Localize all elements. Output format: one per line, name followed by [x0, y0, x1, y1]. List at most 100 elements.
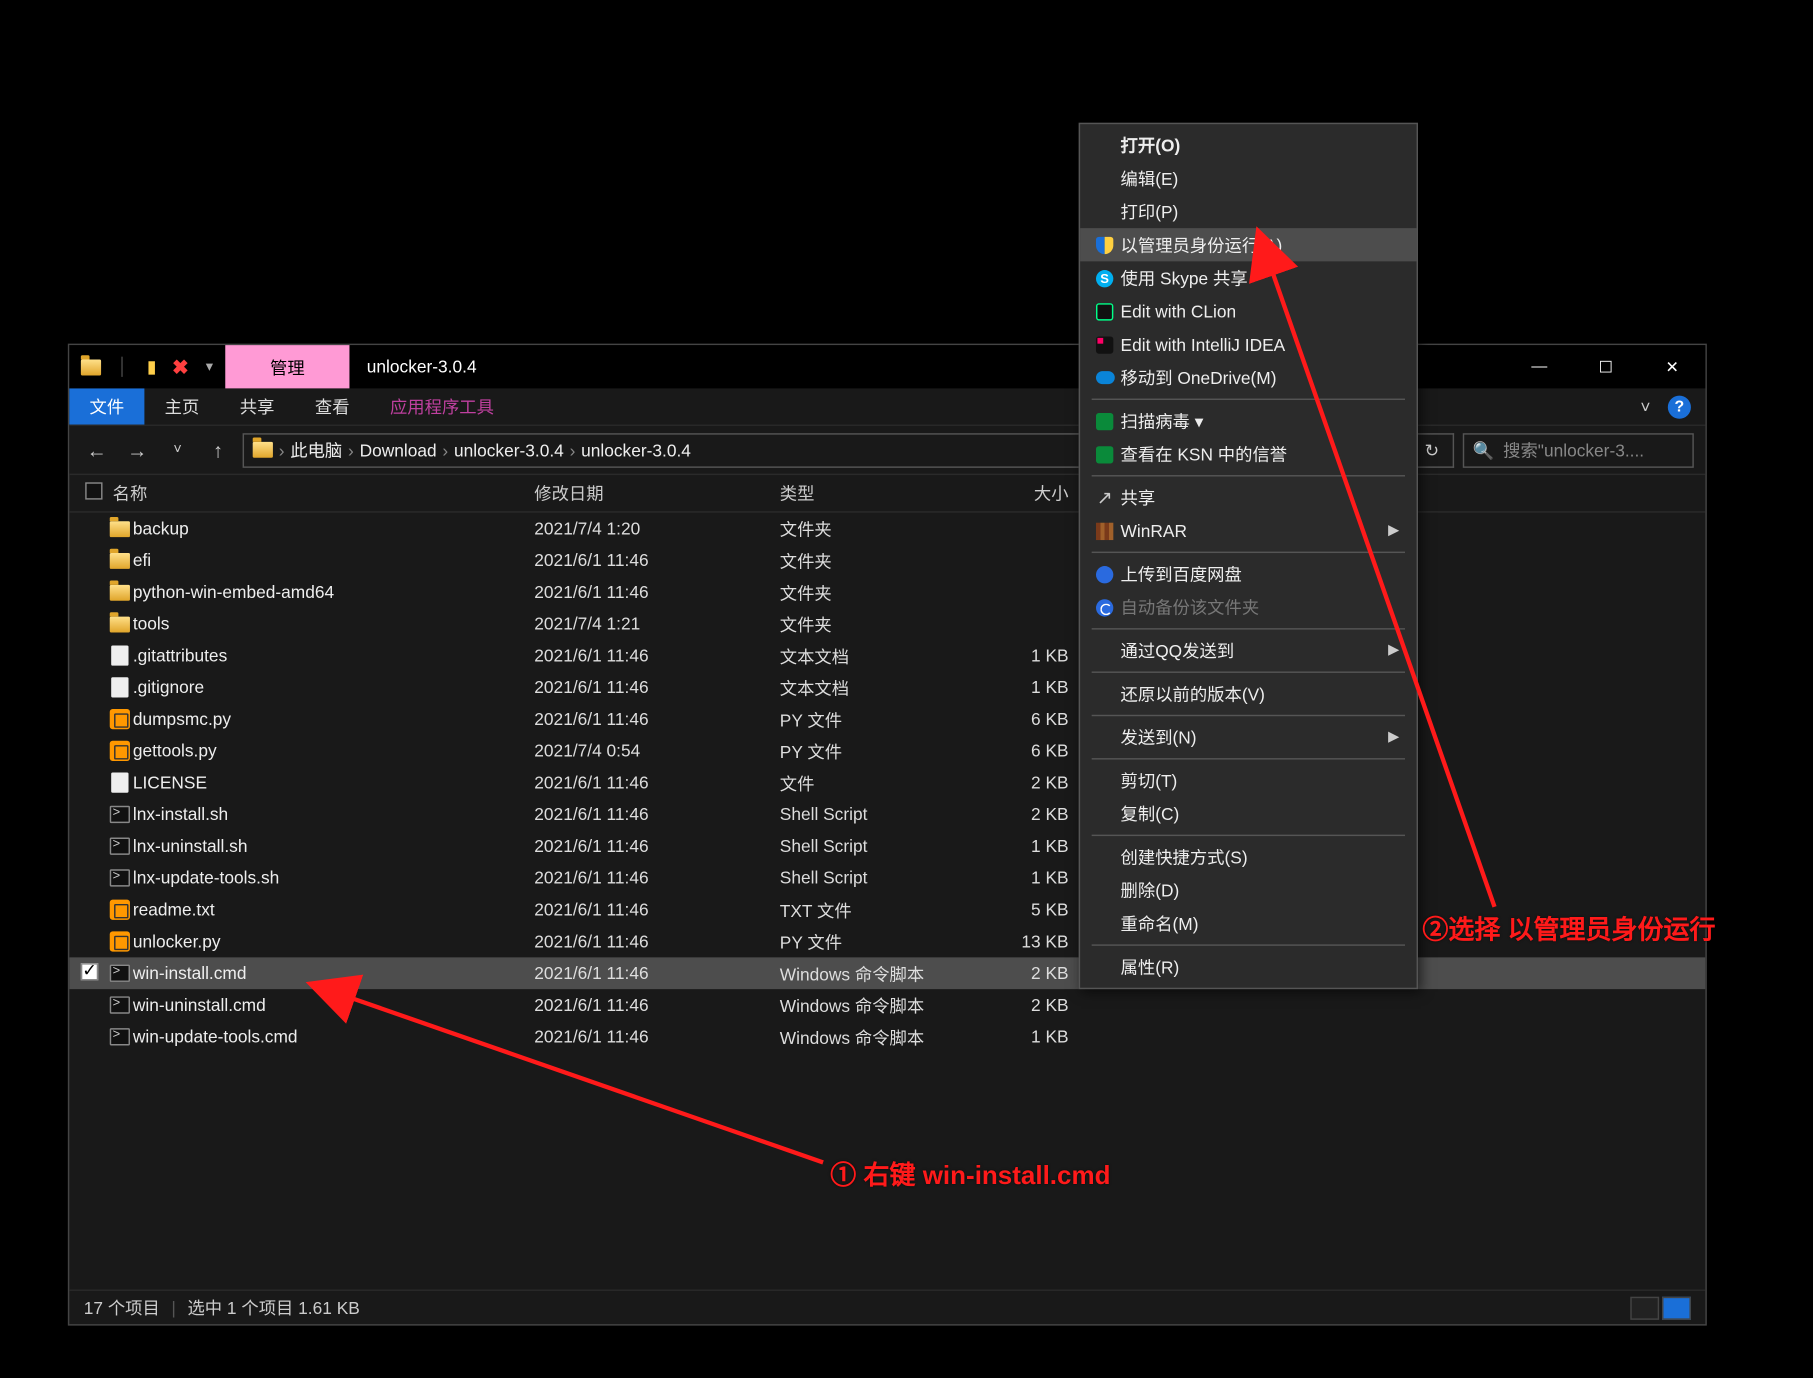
- context-label: 自动备份该文件夹: [1121, 595, 1400, 620]
- breadcrumb[interactable]: Download: [360, 440, 437, 460]
- context-item[interactable]: Edit with CLion: [1080, 295, 1416, 328]
- context-label: 移动到 OneDrive(M): [1121, 365, 1400, 390]
- file-type: TXT 文件: [780, 897, 982, 922]
- file-modified: 2021/6/1 11:46: [534, 773, 779, 793]
- submenu-arrow-icon: ▶: [1388, 729, 1399, 745]
- context-item[interactable]: 扫描病毒 ▾: [1080, 404, 1416, 437]
- file-type: Shell Script: [780, 804, 982, 824]
- file-name: win-update-tools.cmd: [133, 1027, 534, 1047]
- file-size: 6 KB: [982, 741, 1083, 761]
- context-item[interactable]: 打印(P): [1080, 195, 1416, 228]
- context-item[interactable]: 剪切(T): [1080, 764, 1416, 797]
- file-row[interactable]: gettools.py2021/7/4 0:54PY 文件6 KB: [69, 735, 1705, 767]
- header-checkbox[interactable]: [81, 482, 107, 504]
- file-row[interactable]: .gitattributes2021/6/1 11:46文本文档1 KB: [69, 640, 1705, 672]
- qat-delete-icon[interactable]: ✖: [170, 357, 190, 377]
- baidu-icon: [1089, 565, 1121, 582]
- file-name: unlocker.py: [133, 931, 534, 951]
- row-checkbox[interactable]: [81, 962, 98, 979]
- file-name: tools: [133, 614, 534, 634]
- file-row[interactable]: win-install.cmd2021/6/1 11:46Windows 命令脚…: [69, 957, 1705, 989]
- status-item-count: 17 个项目: [84, 1295, 160, 1320]
- file-name: lnx-uninstall.sh: [133, 836, 534, 856]
- context-item[interactable]: 复制(C): [1080, 797, 1416, 830]
- help-icon[interactable]: ?: [1668, 395, 1691, 418]
- context-separator: [1092, 758, 1405, 759]
- file-row[interactable]: lnx-update-tools.sh2021/6/1 11:46Shell S…: [69, 862, 1705, 894]
- column-size[interactable]: 大小: [982, 481, 1083, 506]
- context-item[interactable]: 移动到 OneDrive(M): [1080, 361, 1416, 394]
- nav-back-button[interactable]: ←: [81, 438, 113, 461]
- context-item[interactable]: 还原以前的版本(V): [1080, 677, 1416, 710]
- context-item[interactable]: 创建快捷方式(S): [1080, 840, 1416, 873]
- ribbon-tabs: 文件 主页 共享 查看 应用程序工具 ˅ ?: [69, 388, 1705, 426]
- qat-dropdown-icon[interactable]: ▾: [199, 357, 219, 377]
- context-item[interactable]: WinRAR▶: [1080, 514, 1416, 547]
- column-type[interactable]: 类型: [780, 481, 982, 506]
- ribbon-tab-home[interactable]: 主页: [144, 388, 219, 424]
- nav-up-button[interactable]: ↑: [202, 438, 234, 461]
- context-item[interactable]: 查看在 KSN 中的信誉: [1080, 438, 1416, 471]
- file-sub-icon: [107, 900, 133, 920]
- search-box[interactable]: 🔍 搜索"unlocker-3....: [1463, 432, 1694, 467]
- rar-icon: [1089, 522, 1121, 539]
- file-row[interactable]: backup2021/7/4 1:20文件夹: [69, 513, 1705, 545]
- file-row[interactable]: efi2021/6/1 11:46文件夹: [69, 544, 1705, 576]
- context-item[interactable]: 以管理员身份运行(A): [1080, 228, 1416, 261]
- context-separator: [1092, 671, 1405, 672]
- file-modified: 2021/6/1 11:46: [534, 963, 779, 983]
- nav-recent-button[interactable]: ˅: [162, 442, 194, 458]
- column-modified[interactable]: 修改日期: [534, 481, 779, 506]
- breadcrumb[interactable]: unlocker-3.0.4: [581, 440, 691, 460]
- skype-icon: S: [1089, 269, 1121, 286]
- ribbon-tab-apptools[interactable]: 应用程序工具: [370, 388, 514, 424]
- ribbon-tab-view[interactable]: 查看: [295, 388, 370, 424]
- file-row[interactable]: win-update-tools.cmd2021/6/1 11:46Window…: [69, 1021, 1705, 1053]
- file-size: 2 KB: [982, 804, 1083, 824]
- file-type: Windows 命令脚本: [780, 993, 982, 1018]
- file-sub-icon: [107, 741, 133, 761]
- context-item[interactable]: 打开(O): [1080, 129, 1416, 162]
- context-item[interactable]: 通过QQ发送到▶: [1080, 634, 1416, 667]
- context-separator: [1092, 475, 1405, 476]
- context-label: 查看在 KSN 中的信誉: [1121, 442, 1400, 467]
- ribbon-collapse-icon[interactable]: ˅: [1640, 396, 1650, 416]
- window-close-button[interactable]: ✕: [1639, 345, 1705, 388]
- ribbon-tab-file[interactable]: 文件: [69, 388, 144, 424]
- context-label: 上传到百度网盘: [1121, 562, 1400, 587]
- breadcrumb[interactable]: unlocker-3.0.4: [454, 440, 564, 460]
- file-modified: 2021/6/1 11:46: [534, 836, 779, 856]
- file-name: dumpsmc.py: [133, 709, 534, 729]
- file-row[interactable]: dumpsmc.py2021/6/1 11:46PY 文件6 KB: [69, 703, 1705, 735]
- file-row[interactable]: lnx-uninstall.sh2021/6/1 11:46Shell Scri…: [69, 830, 1705, 862]
- view-details-button[interactable]: [1630, 1296, 1659, 1319]
- ribbon-tab-share[interactable]: 共享: [220, 388, 295, 424]
- file-row[interactable]: win-uninstall.cmd2021/6/1 11:46Windows 命…: [69, 989, 1705, 1021]
- file-row[interactable]: tools2021/7/4 1:21文件夹: [69, 608, 1705, 640]
- column-name[interactable]: 名称: [107, 481, 534, 506]
- context-item[interactable]: 上传到百度网盘: [1080, 557, 1416, 590]
- file-name: lnx-install.sh: [133, 804, 534, 824]
- file-row[interactable]: lnx-install.sh2021/6/1 11:46Shell Script…: [69, 799, 1705, 831]
- ribbon-context-manage[interactable]: 管理: [225, 345, 349, 388]
- breadcrumb[interactable]: 此电脑: [290, 438, 342, 463]
- window-maximize-button[interactable]: ☐: [1573, 345, 1639, 388]
- file-row[interactable]: .gitignore2021/6/1 11:46文本文档1 KB: [69, 671, 1705, 703]
- context-item[interactable]: 属性(R): [1080, 950, 1416, 983]
- green-icon: [1089, 412, 1121, 429]
- context-item[interactable]: Edit with IntelliJ IDEA: [1080, 328, 1416, 361]
- window-minimize-button[interactable]: —: [1506, 345, 1572, 388]
- context-item[interactable]: S使用 Skype 共享: [1080, 261, 1416, 294]
- file-size: 6 KB: [982, 709, 1083, 729]
- context-item[interactable]: 发送到(N)▶: [1080, 721, 1416, 754]
- context-item[interactable]: 重命名(M): [1080, 907, 1416, 940]
- context-item[interactable]: ↗共享: [1080, 481, 1416, 514]
- nav-forward-button[interactable]: →: [121, 438, 153, 461]
- file-row[interactable]: LICENSE2021/6/1 11:46文件2 KB: [69, 767, 1705, 799]
- view-icons-button[interactable]: [1662, 1296, 1691, 1319]
- context-item[interactable]: 编辑(E): [1080, 162, 1416, 195]
- file-row[interactable]: python-win-embed-amd642021/6/1 11:46文件夹: [69, 576, 1705, 608]
- context-item[interactable]: 删除(D): [1080, 874, 1416, 907]
- file-size: 13 KB: [982, 931, 1083, 951]
- qat-pin-icon[interactable]: ▮: [142, 357, 162, 377]
